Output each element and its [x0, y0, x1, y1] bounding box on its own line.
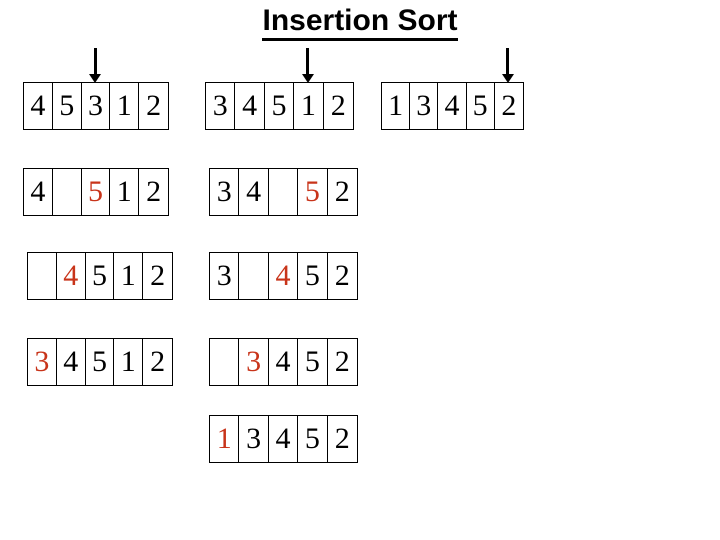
array-cell: 5 [86, 339, 115, 385]
array-cell: 3 [28, 339, 57, 385]
array-row: 3452 [209, 338, 358, 386]
array-cell: 2 [146, 175, 162, 208]
array-row: 45312 [23, 82, 169, 130]
array-cell: 1 [294, 83, 324, 129]
array-cell: 4 [269, 253, 299, 299]
array-cell: 1 [382, 83, 411, 129]
array-cell: 3 [239, 416, 269, 462]
array-row: 3452 [209, 252, 358, 300]
down-arrow-icon [301, 48, 314, 83]
array-cell: 3 [239, 339, 269, 385]
array-cell: 4 [57, 253, 86, 299]
array-cell: 5 [298, 169, 328, 215]
array-cell: 2 [334, 345, 350, 378]
array-cell: 4 [269, 339, 299, 385]
array-cell: 5 [86, 253, 115, 299]
array-cell-empty [53, 169, 82, 215]
array-cell: 1 [110, 83, 140, 129]
array-cell-empty [210, 339, 240, 385]
array-cell: 3 [210, 169, 240, 215]
array-cell: 1 [114, 253, 144, 299]
array-cell: 3 [206, 83, 236, 129]
array-cell: 5 [298, 416, 328, 462]
array-cell: 1 [210, 416, 240, 462]
array-cell: 4 [235, 83, 265, 129]
slide-canvas: Insertion Sort 4531245124512345123451234… [0, 0, 720, 540]
array-cell: 4 [438, 83, 467, 129]
array-cell: 2 [146, 89, 162, 122]
down-arrow-icon [89, 48, 101, 83]
array-cell: 2 [150, 345, 166, 378]
array-row: 13452 [209, 415, 358, 463]
array-cell: 2 [334, 259, 350, 292]
array-row: 34512 [205, 82, 354, 130]
array-cell: 5 [265, 83, 295, 129]
array-cell: 5 [298, 339, 328, 385]
array-cell: 4 [24, 169, 53, 215]
array-cell: 2 [330, 89, 346, 122]
array-cell: 5 [53, 83, 82, 129]
array-cell: 5 [467, 83, 495, 129]
array-cell: 5 [82, 169, 111, 215]
array-cell: 2 [150, 259, 166, 292]
array-cell: 4 [24, 83, 53, 129]
array-cell: 2 [334, 175, 350, 208]
array-cell: 1 [110, 169, 140, 215]
array-row: 4512 [23, 168, 169, 216]
array-cell: 1 [114, 339, 144, 385]
array-row: 13452 [381, 82, 524, 130]
array-cell: 2 [501, 89, 517, 122]
array-cell-empty [269, 169, 299, 215]
array-cell: 3 [210, 253, 240, 299]
page-title: Insertion Sort [0, 4, 720, 41]
array-cell: 3 [82, 83, 111, 129]
array-cell: 4 [57, 339, 86, 385]
array-cell: 2 [334, 422, 350, 455]
array-cell: 5 [298, 253, 328, 299]
array-cell: 4 [269, 416, 299, 462]
array-cell: 4 [239, 169, 269, 215]
array-cell-empty [28, 253, 57, 299]
array-cell-empty [239, 253, 269, 299]
down-arrow-icon [501, 48, 514, 83]
array-row: 3452 [209, 168, 358, 216]
page-title-text: Insertion Sort [262, 4, 458, 41]
array-cell: 3 [410, 83, 439, 129]
array-row: 4512 [27, 252, 173, 300]
array-row: 34512 [27, 338, 173, 386]
